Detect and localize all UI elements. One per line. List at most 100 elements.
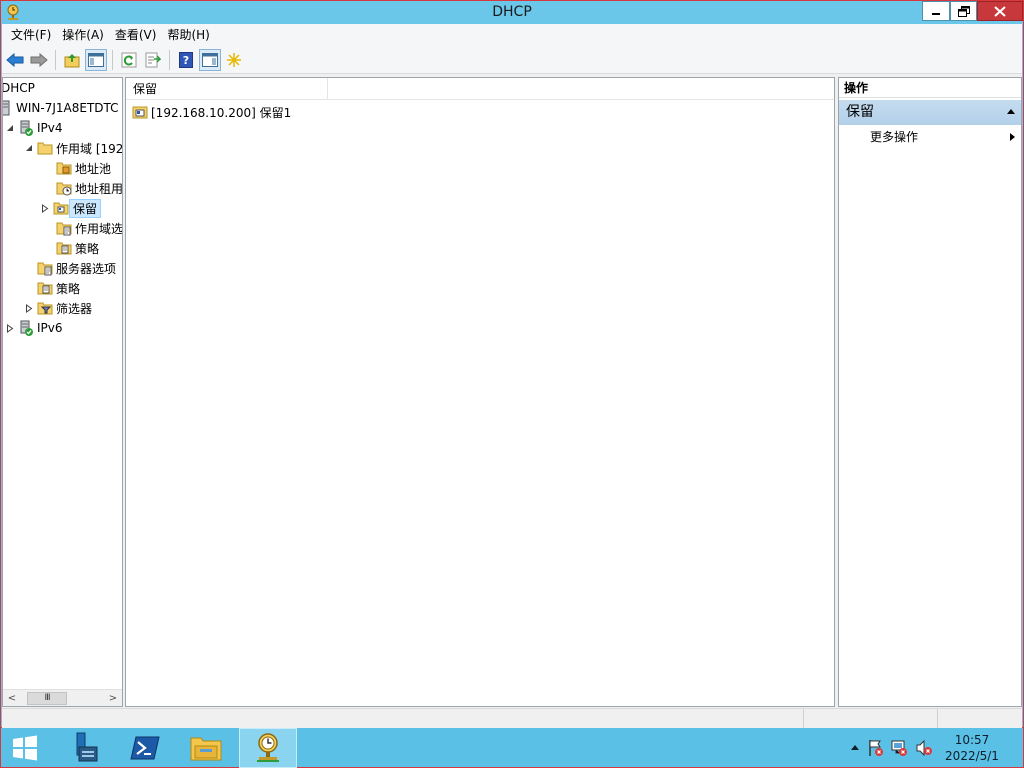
- system-tray: 10:57 2022/5/1: [843, 728, 1023, 768]
- menu-bar: 文件(F) 操作(A) 查看(V) 帮助(H): [2, 24, 1022, 46]
- action-section-label: 保留: [846, 104, 874, 120]
- tree-label: 作用域 [192: [56, 141, 123, 156]
- menu-view[interactable]: 查看(V): [110, 25, 162, 45]
- tree-node-ipv4[interactable]: IPv4: [5, 118, 63, 138]
- submenu-arrow-icon: [1010, 133, 1015, 141]
- column-header-row: 保留: [126, 78, 834, 100]
- up-one-level-button[interactable]: [61, 49, 83, 71]
- server-options-icon: [37, 262, 53, 276]
- export-list-icon: [145, 52, 161, 67]
- tree-node-scope-options[interactable]: 作用域选: [56, 218, 122, 238]
- collapse-arrow-icon[interactable]: [24, 143, 34, 153]
- status-cell: [803, 709, 937, 729]
- forward-icon: [30, 52, 48, 67]
- back-icon: [6, 52, 24, 67]
- restore-button[interactable]: [950, 1, 977, 21]
- taskbar-dhcp[interactable]: [239, 728, 297, 768]
- collapse-arrow-icon[interactable]: [5, 123, 15, 133]
- tree-node-reservations[interactable]: 保留: [40, 198, 102, 218]
- scroll-left-arrow-icon[interactable]: <: [5, 692, 19, 705]
- expand-arrow-icon[interactable]: [24, 303, 34, 313]
- help-button[interactable]: ?: [175, 49, 197, 71]
- dhcp-window: DHCP 文件(F) 操作(A) 查看(V) 帮助(H) ? DHCP WIN-…: [0, 0, 1024, 729]
- new-icon: [227, 52, 241, 67]
- close-button[interactable]: [977, 1, 1023, 21]
- dhcp-icon: [257, 733, 279, 762]
- expand-arrow-icon[interactable]: [5, 323, 15, 333]
- action-center-icon[interactable]: [867, 739, 885, 757]
- scroll-right-arrow-icon[interactable]: >: [106, 692, 120, 705]
- show-hide-console-tree-button[interactable]: [85, 48, 107, 71]
- server-icon: [3, 100, 10, 116]
- forward-button[interactable]: [28, 49, 50, 71]
- collapse-caret-icon[interactable]: [1007, 109, 1015, 114]
- tree-label: IPv4: [37, 121, 63, 135]
- folder-icon: [37, 142, 53, 155]
- status-cell: [937, 709, 1022, 729]
- volume-muted-icon[interactable]: [915, 739, 933, 757]
- tree-node-ipv6[interactable]: IPv6: [5, 318, 63, 338]
- windows-start-icon[interactable]: [9, 734, 41, 762]
- tree-label: WIN-7J1A8ETDTC: [16, 101, 119, 115]
- tree-label: DHCP: [2, 81, 35, 95]
- close-icon: [994, 5, 1006, 17]
- show-hidden-icons-icon[interactable]: [851, 744, 859, 750]
- address-leases-icon: [56, 182, 72, 196]
- toolbar-separator: [55, 49, 56, 70]
- tree-label: 筛选器: [56, 301, 93, 316]
- tree-horizontal-scrollbar[interactable]: < III >: [3, 689, 122, 706]
- refresh-icon: [121, 52, 137, 67]
- tree-node-server-options[interactable]: 服务器选项: [37, 258, 116, 278]
- taskbar-server-manager[interactable]: [53, 728, 111, 768]
- action-pane: 操作 保留 更多操作: [838, 77, 1022, 707]
- clock-time: 10:57: [954, 733, 990, 747]
- network-icon[interactable]: [891, 739, 909, 757]
- taskbar-clock[interactable]: 10:57 2022/5/1: [942, 732, 1002, 764]
- tree-node-scope-policies[interactable]: 策略: [56, 238, 99, 258]
- list-item[interactable]: [192.168.10.200] 保留1: [132, 103, 291, 121]
- taskbar-powershell[interactable]: [116, 728, 174, 768]
- title-bar[interactable]: DHCP: [1, 1, 1023, 24]
- server-manager-icon: [76, 732, 98, 762]
- menu-action[interactable]: 操作(A): [57, 25, 109, 45]
- minimize-icon: [932, 13, 940, 15]
- new-button[interactable]: [223, 49, 245, 71]
- tree-node-scope[interactable]: 作用域 [192: [24, 138, 123, 158]
- policies-icon: [56, 242, 72, 255]
- scrollbar-thumb[interactable]: III: [27, 692, 67, 705]
- console-tree-pane: DHCP WIN-7J1A8ETDTC IPv4 作用域 [192 地址池 地址…: [2, 77, 123, 707]
- tree-node-address-leases[interactable]: 地址租用: [56, 178, 123, 198]
- column-header-reservations[interactable]: 保留: [126, 78, 328, 100]
- results-pane: 保留 [192.168.10.200] 保留1: [125, 77, 835, 707]
- menu-file[interactable]: 文件(F): [6, 25, 56, 45]
- taskbar: 10:57 2022/5/1: [0, 728, 1024, 768]
- scope-options-icon: [56, 222, 72, 236]
- export-list-button[interactable]: [142, 49, 164, 71]
- expand-arrow-icon[interactable]: [40, 203, 50, 213]
- back-button[interactable]: [4, 49, 26, 71]
- tree-node-filters[interactable]: 筛选器: [24, 298, 92, 318]
- svg-text:?: ?: [183, 54, 189, 67]
- taskbar-file-explorer[interactable]: [177, 728, 235, 768]
- tree-label: 地址租用: [75, 181, 123, 196]
- mmc-client-area: 文件(F) 操作(A) 查看(V) 帮助(H) ? DHCP WIN-7J1A8…: [2, 24, 1022, 729]
- tree-node-dhcp-root[interactable]: DHCP: [2, 78, 35, 98]
- more-actions-item[interactable]: 更多操作: [870, 128, 1020, 146]
- menu-help[interactable]: 帮助(H): [162, 25, 214, 45]
- file-explorer-icon: [190, 737, 222, 761]
- refresh-button[interactable]: [118, 49, 140, 71]
- tree-node-server[interactable]: WIN-7J1A8ETDTC: [3, 98, 119, 118]
- ipv4-server-icon: [20, 120, 33, 136]
- status-bar: [2, 708, 1022, 729]
- more-actions-label: 更多操作: [870, 130, 919, 144]
- tree-node-address-pool[interactable]: 地址池: [56, 158, 111, 178]
- filters-icon: [37, 302, 53, 315]
- action-pane-header: 操作: [839, 78, 1021, 98]
- tree-label: IPv6: [37, 321, 63, 335]
- clock-date: 2022/5/1: [945, 749, 999, 763]
- tree-node-policies[interactable]: 策略: [37, 278, 80, 298]
- minimize-button[interactable]: [922, 1, 950, 21]
- action-section-reservations[interactable]: 保留: [839, 100, 1021, 125]
- show-hide-action-pane-button[interactable]: [199, 48, 221, 71]
- list-item-label: [192.168.10.200] 保留1: [151, 105, 292, 120]
